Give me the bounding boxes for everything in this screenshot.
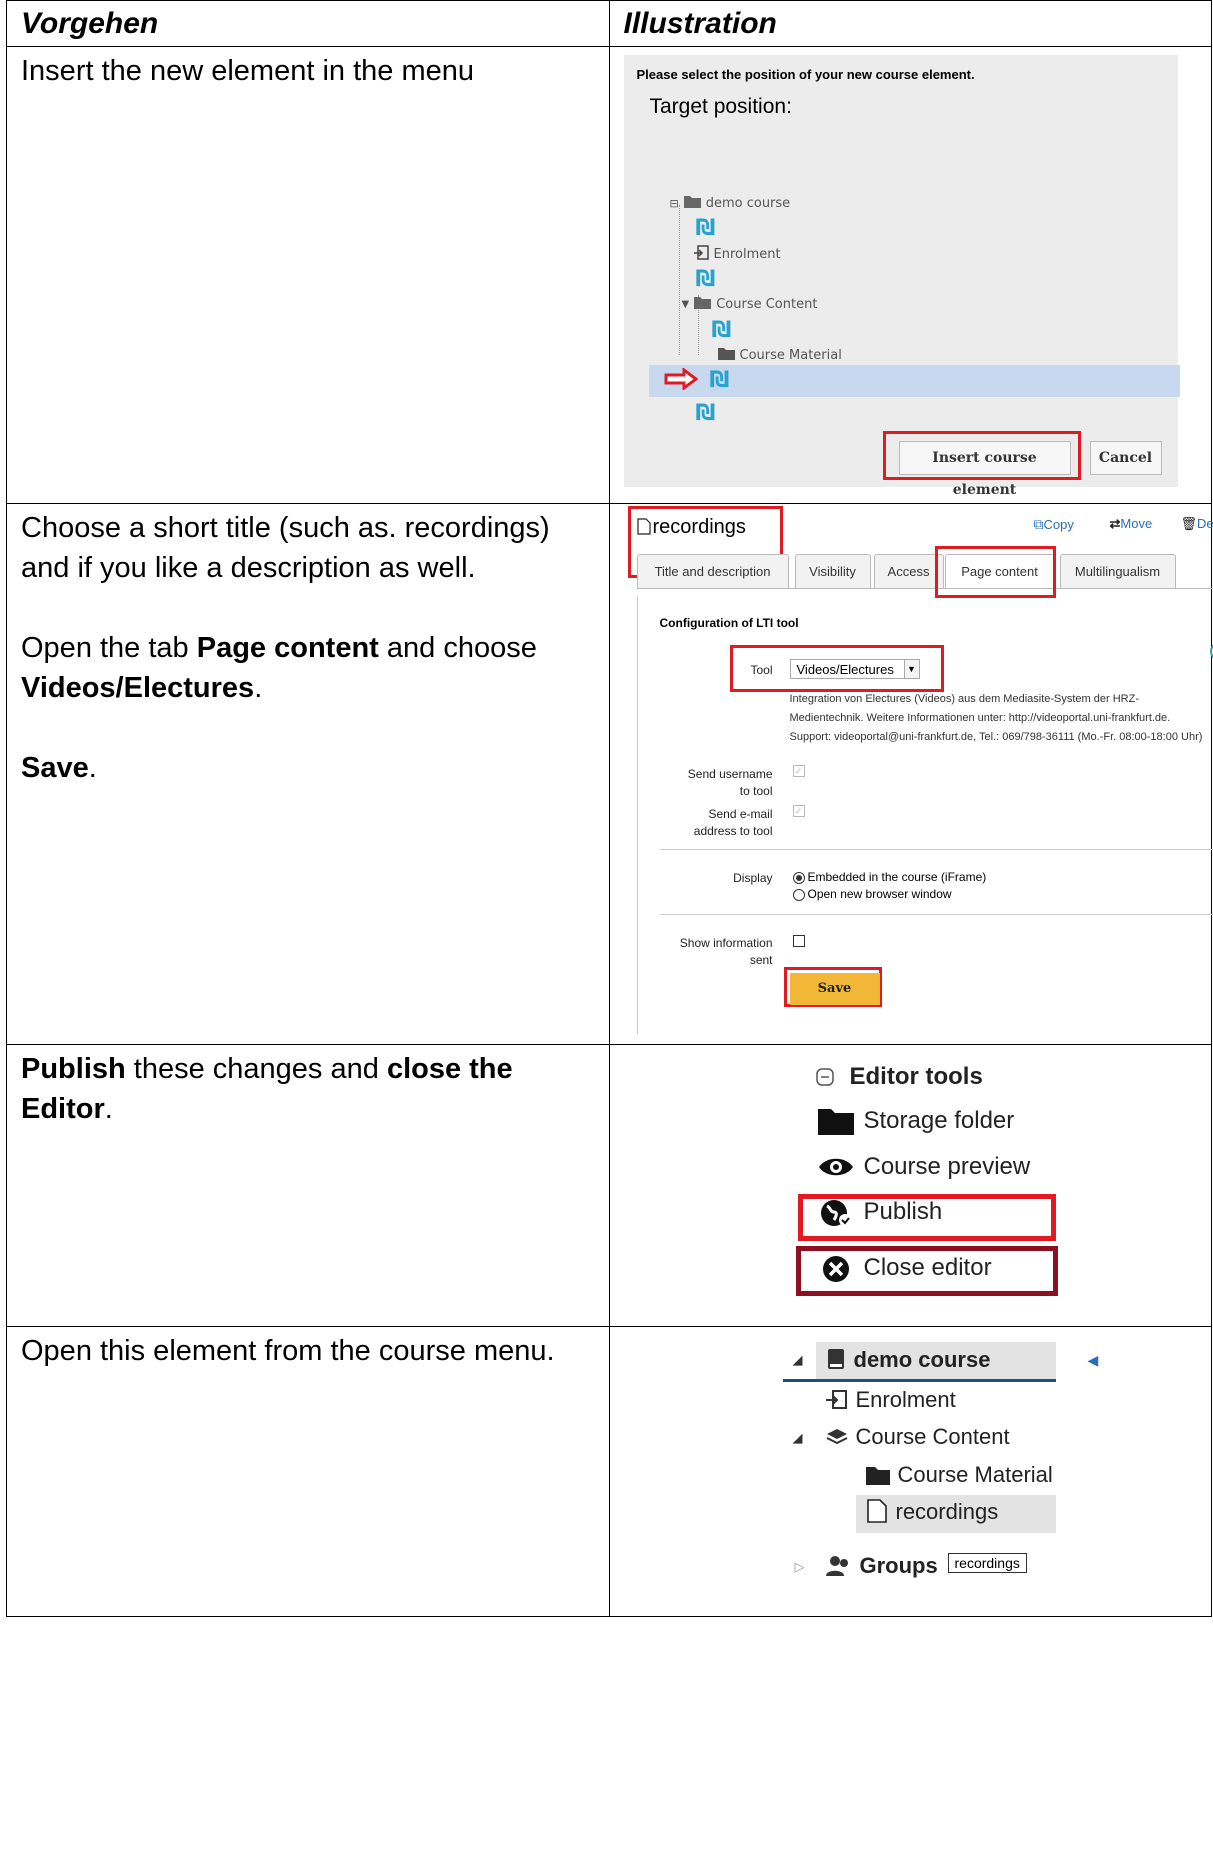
target-position-label: Target position: [649, 95, 792, 118]
move-action[interactable]: ⇄Move [1110, 516, 1153, 532]
folder-open-icon [683, 195, 701, 212]
insert-position-icon[interactable]: ₪ [710, 370, 730, 392]
caret-down-icon: ▼ [681, 299, 690, 310]
book-icon [826, 1347, 854, 1372]
insert-position-icon[interactable]: ₪ [696, 218, 716, 240]
insert-course-element-button[interactable]: Insert course element [898, 441, 1071, 498]
enrolment-icon [825, 1387, 856, 1412]
delete-action[interactable]: 🗑Delete [1181, 516, 1213, 532]
layers-icon [826, 1424, 856, 1449]
row1-instruction: Insert the new element in the menu [6, 46, 610, 504]
menu-item-course-material[interactable]: Course Material [865, 1462, 1053, 1488]
row2-illustration: recordings ⧉Copy ⇄Move 🗑Delete Title and… [608, 503, 1213, 1045]
row2-text3: Save. [21, 752, 97, 784]
insert-position-icon[interactable]: ₪ [696, 269, 716, 291]
collapse-icon [815, 1065, 834, 1093]
row3-illustration: Editor tools Storage folder Course previ… [608, 1044, 1212, 1327]
publish-globe-icon [818, 1198, 854, 1235]
publish-item[interactable]: Publish [820, 1198, 942, 1226]
row2-instruction: Choose a short title (such as. recording… [6, 503, 610, 1045]
send-email-checkbox[interactable]: ✓ [792, 805, 805, 817]
send-username-checkbox[interactable]: ✓ [792, 765, 805, 777]
row4-illustration: ◢ demo course ◀ Enrolment ◢ Course Conte… [608, 1326, 1212, 1617]
save-button[interactable]: Save [789, 973, 880, 1005]
tool-info-text: Integration von Electures (Videos) aus d… [789, 693, 1203, 743]
tab-access[interactable]: Access [873, 554, 944, 588]
row1-illustration: Please select the position of your new c… [608, 46, 1212, 504]
editor-tools-heading: Editor tools [815, 1063, 983, 1091]
insert-position-icon[interactable]: ₪ [696, 403, 716, 425]
eye-icon [818, 1153, 854, 1188]
collapsed-caret-icon: ▷ [794, 1559, 805, 1574]
tab-visibility[interactable]: Visibility [794, 554, 871, 588]
insert-position-dialog: Please select the position of your new c… [623, 55, 1180, 498]
dialog-heading: Please select the position of your new c… [636, 67, 975, 82]
row2-text1: Choose a short title (such as. recording… [21, 512, 550, 584]
radio-icon [792, 888, 805, 901]
collapse-sidebar-icon: ◀ [1087, 1352, 1099, 1368]
trash-icon: 🗑 [1180, 516, 1198, 531]
page-icon [636, 518, 651, 535]
display-option-embedded[interactable]: Embedded in the course (iFrame) [792, 870, 986, 884]
instruction-table: Vorgehen Illustration Insert the new ele… [6, 0, 1213, 1617]
folder-icon [865, 1462, 898, 1487]
copy-action[interactable]: ⧉Copy [1034, 516, 1074, 533]
cancel-button[interactable]: Cancel [1089, 441, 1162, 475]
tree-node-course-material[interactable]: Course Material [717, 347, 842, 364]
menu-item-recordings[interactable]: recordings [866, 1499, 998, 1525]
row1-text: Insert the new element in the menu [21, 55, 474, 87]
tree-node-demo-course[interactable]: ⊟ demo course [669, 195, 791, 212]
send-username-label: Send username to tool [687, 767, 773, 798]
tree-label: Course Material [739, 348, 842, 363]
show-info-label: Show information sent [679, 936, 773, 967]
header-vorgehen: Vorgehen [6, 0, 610, 47]
enrolment-icon [693, 245, 709, 264]
course-preview-item[interactable]: Course preview [818, 1153, 1030, 1181]
shuffle-icon: ⇄ [1109, 516, 1121, 531]
row4-text: Open this element from the course menu. [21, 1335, 555, 1367]
page-content-tab-highlight [934, 546, 1056, 598]
row2-text2: Open the tab Page content and choose Vid… [21, 632, 537, 704]
tool-select-highlight [729, 645, 944, 692]
folder-icon [717, 347, 735, 364]
folder-open-icon [694, 296, 712, 313]
tab-title-description[interactable]: Title and description [636, 554, 789, 588]
tree-label: demo course [705, 196, 791, 211]
close-editor-item[interactable]: Close editor [822, 1254, 992, 1282]
tab-multilingualism[interactable]: Multilingualism [1059, 554, 1176, 588]
tree-node-enrolment[interactable]: Enrolment [693, 245, 781, 264]
collapse-icon: ⊟ [669, 197, 679, 210]
menu-item-enrolment[interactable]: Enrolment [825, 1387, 956, 1413]
tree-node-course-content[interactable]: ▼ Course Content [681, 296, 818, 313]
expanded-caret-icon: ◢ [792, 1430, 803, 1445]
tree-label: Course Content [716, 297, 818, 312]
storage-folder-item[interactable]: Storage folder [817, 1107, 1014, 1135]
tree-label: Enrolment [713, 247, 781, 262]
group-icon [825, 1553, 860, 1578]
header-illustration: Illustration [608, 0, 1212, 47]
folder-icon [817, 1107, 854, 1142]
send-email-label: Send e-mail address to tool [693, 807, 773, 838]
row4-instruction: Open this element from the course menu. [6, 1326, 610, 1617]
radio-selected-icon [792, 871, 805, 884]
page-icon [866, 1499, 896, 1524]
copy-icon: ⧉ [1033, 516, 1044, 532]
display-label: Display [733, 871, 773, 885]
menu-root-demo-course[interactable]: demo course [826, 1347, 990, 1373]
insert-position-icon[interactable]: ₪ [712, 320, 732, 342]
config-section-title: Configuration of LTI tool [659, 616, 799, 630]
expanded-caret-icon: ◢ [792, 1352, 803, 1367]
menu-item-groups[interactable]: Groups [825, 1553, 938, 1579]
element-title: recordings [636, 516, 746, 539]
display-option-new-window[interactable]: Open new browser window [792, 887, 952, 901]
menu-item-course-content[interactable]: Course Content [826, 1424, 1010, 1450]
close-icon [818, 1254, 854, 1291]
row3-instruction: Publish these changes and close the Edit… [6, 1044, 610, 1327]
recordings-tooltip-badge: recordings [947, 1553, 1027, 1573]
red-arrow-icon [664, 367, 698, 394]
show-info-checkbox[interactable] [792, 935, 805, 947]
